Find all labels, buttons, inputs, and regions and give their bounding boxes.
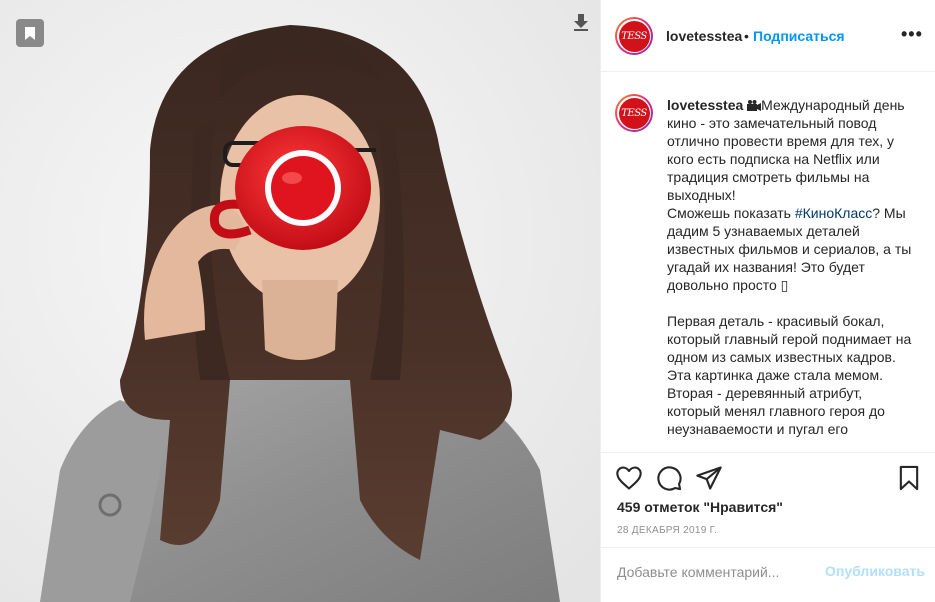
caption-trailing-glyph: ▯ (780, 277, 789, 293)
hashtag-link[interactable]: #КиноКласс (795, 205, 872, 221)
download-arrow-icon (574, 14, 588, 31)
post-actions: 459 отметок "Нравится" 28 декабря 2019 г… (601, 452, 935, 602)
like-button[interactable] (615, 464, 643, 492)
caption-paragraph-2: Первая деталь - красивый бокал, который … (667, 313, 916, 383)
paper-plane-icon (696, 466, 722, 490)
heart-icon (616, 466, 642, 490)
publish-button[interactable]: Опубликовать (825, 563, 925, 579)
likes-count[interactable]: 459 отметок "Нравится" (617, 499, 783, 515)
avatar-logo: TESS (618, 97, 650, 129)
post-header: TESS lovetesstea • Подписаться ••• (601, 0, 935, 72)
header-username-link[interactable]: lovetesstea (666, 28, 742, 44)
follow-button[interactable]: Подписаться (753, 28, 845, 44)
avatar-border: TESS (617, 19, 651, 53)
photo-illustration (0, 0, 600, 602)
header-separator: • (744, 28, 749, 44)
comment-input[interactable] (617, 562, 817, 582)
caption-line-before-tag: Сможешь показать (667, 205, 795, 221)
caption-avatar[interactable]: TESS (615, 94, 653, 132)
caption-scroll-area[interactable]: TESS lovetesstea Международный день кино… (601, 72, 935, 452)
photo-save-button[interactable] (16, 19, 44, 47)
share-button[interactable] (695, 464, 723, 492)
movie-camera-icon (747, 97, 762, 113)
photo-download-button[interactable] (571, 12, 591, 32)
caption-fade (601, 442, 935, 452)
save-button[interactable] (895, 464, 923, 492)
avatar-logo: TESS (618, 20, 650, 52)
caption-text: lovetesstea Международный день кино - эт… (667, 96, 919, 438)
more-options-button[interactable]: ••• (901, 25, 923, 43)
caption-paragraph-3: Вторая - деревянный атрибут, который мен… (667, 385, 889, 437)
avatar[interactable]: TESS (615, 17, 653, 55)
comment-bar: Опубликовать (601, 547, 935, 602)
bookmark-icon (25, 26, 35, 40)
caption-username-link[interactable]: lovetesstea (667, 97, 743, 113)
instagram-post-modal: TESS lovetesstea • Подписаться ••• TESS … (0, 0, 935, 602)
post-photo[interactable] (0, 0, 600, 602)
bookmark-icon (899, 465, 919, 491)
comment-button[interactable] (655, 464, 683, 492)
comment-icon (657, 466, 682, 491)
avatar-border: TESS (617, 96, 651, 130)
post-side-panel: TESS lovetesstea • Подписаться ••• TESS … (600, 0, 935, 602)
post-date[interactable]: 28 декабря 2019 г. (617, 525, 717, 536)
